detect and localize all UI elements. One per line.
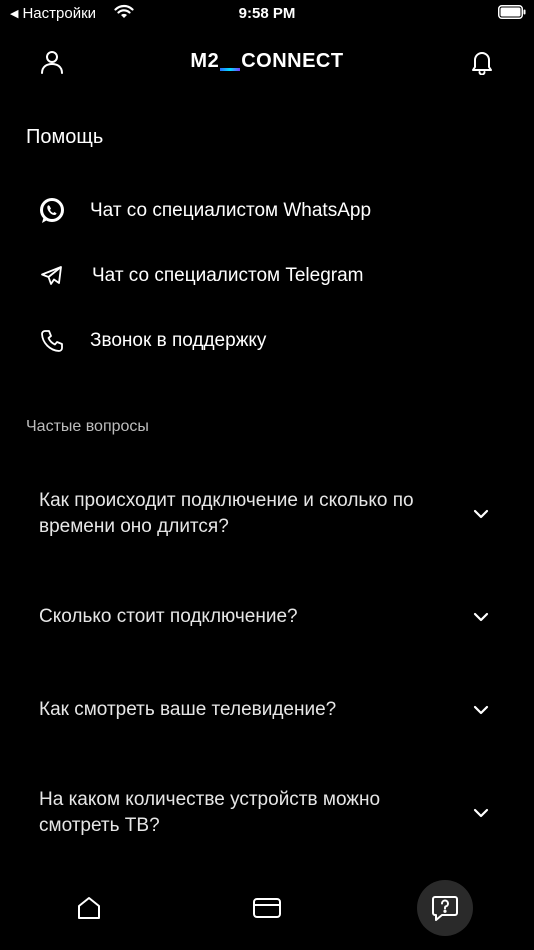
bottom-tab-bar xyxy=(0,876,534,940)
tab-payments[interactable] xyxy=(239,880,295,936)
help-chat-icon xyxy=(432,896,458,921)
faq-question: Сколько стоит подключение? xyxy=(39,606,298,627)
status-time: 9:58 PM xyxy=(238,5,296,22)
battery-icon xyxy=(498,5,526,19)
tab-help[interactable] xyxy=(417,880,473,936)
whatsapp-chat-item[interactable]: Чат со специалистом WhatsApp xyxy=(26,186,506,236)
chevron-down-icon xyxy=(473,805,489,821)
faq-question: Как происходит подключение и сколько по … xyxy=(39,490,414,537)
faq-question: Как смотреть ваше телевидение? xyxy=(39,699,337,720)
status-bar: ◀ Настройки 9:58 PM xyxy=(0,0,534,28)
faq-caption: Частые вопросы xyxy=(26,418,149,435)
chevron-down-icon xyxy=(473,609,489,625)
faq-question: На каком количестве устройств можно смот… xyxy=(39,789,381,836)
telegram-chat-item[interactable]: Чат со специалистом Telegram xyxy=(26,251,506,301)
whatsapp-icon xyxy=(26,196,78,226)
contact-label: Чат со специалистом Telegram xyxy=(92,265,364,286)
telegram-icon xyxy=(26,264,78,288)
logo-gradient-line xyxy=(220,68,241,71)
logo-left: M2 xyxy=(190,50,220,72)
help-section-title: Помощь xyxy=(26,126,104,148)
notifications-button[interactable] xyxy=(466,46,498,78)
tab-home[interactable] xyxy=(61,880,117,936)
phone-icon xyxy=(26,328,78,354)
contact-label: Чат со специалистом WhatsApp xyxy=(90,200,372,221)
faq-item[interactable]: Как происходит подключение и сколько по … xyxy=(39,488,499,540)
faq-item[interactable]: Как смотреть ваше телевидение? xyxy=(39,697,499,723)
home-icon xyxy=(78,897,100,919)
chevron-down-icon xyxy=(473,506,489,522)
support-call-item[interactable]: Звонок в поддержку xyxy=(26,316,506,366)
card-icon xyxy=(253,898,281,918)
app-logo: M2 CONNECT xyxy=(0,50,534,73)
faq-item[interactable]: Сколько стоит подключение? xyxy=(39,604,499,630)
bell-icon xyxy=(472,52,492,75)
app-header: M2 CONNECT xyxy=(0,40,534,84)
logo-right: CONNECT xyxy=(241,50,344,72)
chevron-down-icon xyxy=(473,702,489,718)
faq-item[interactable]: На каком количестве устройств можно смот… xyxy=(39,787,499,839)
contact-label: Звонок в поддержку xyxy=(90,330,267,351)
